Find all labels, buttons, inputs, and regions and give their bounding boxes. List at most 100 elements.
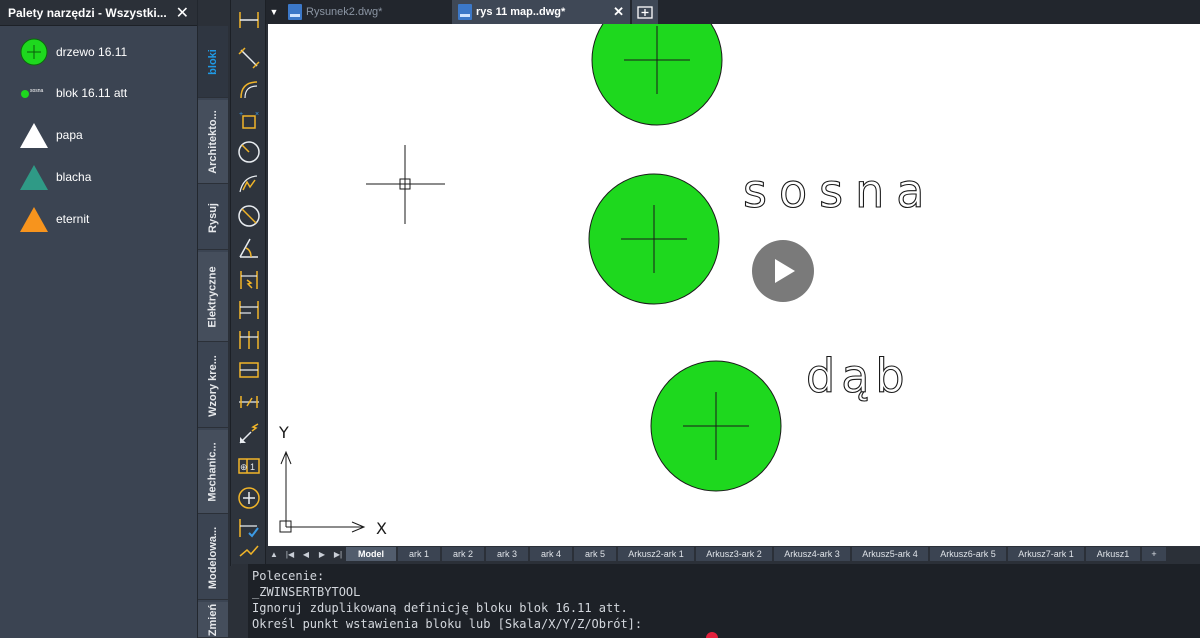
app-window: Palety narzędzi - Wszystki... ✕ drzewo 1… — [0, 0, 1200, 638]
tree-block-top[interactable] — [591, 24, 723, 126]
tab-mechanika[interactable]: Mechanic... — [198, 430, 228, 514]
svg-text:1: 1 — [250, 462, 255, 472]
layout-tab[interactable]: Arkusz6-ark 5 — [930, 547, 1006, 561]
layout-tab[interactable]: ark 5 — [574, 547, 616, 561]
layout-tab[interactable]: Arkusz1 — [1086, 547, 1140, 561]
tab-label: Mechanic... — [207, 441, 220, 502]
layout-tabs-bar: ▲ |◀ ◀ ▶ ▶| Model ark 1 ark 2 ark 3 ark … — [266, 546, 1200, 562]
layout-tab[interactable]: Arkusz7-ark 1 — [1008, 547, 1084, 561]
tab-rysuj[interactable]: Rysuj — [198, 186, 228, 250]
ucs-axis-icon: Y X — [278, 423, 387, 538]
command-line-text: Ignoruj zduplikowaną definicję bloku blo… — [252, 601, 628, 615]
command-prompt[interactable]: Określ punkt wstawienia bloku lub [Skala… — [252, 616, 642, 632]
last-layout-icon[interactable]: ▶| — [330, 547, 346, 561]
layout-tab[interactable]: ark 3 — [486, 547, 528, 561]
svg-text:⊕: ⊕ — [240, 462, 248, 472]
drawing-label-dab[interactable]: dąb — [805, 348, 911, 403]
continue-dimension-icon[interactable] — [235, 326, 263, 354]
quick-dimension-icon[interactable] — [235, 266, 263, 294]
ucs-y-label: Y — [278, 423, 289, 442]
new-drawing-button[interactable] — [632, 0, 658, 24]
white-triangle-icon — [18, 119, 50, 151]
leader-icon[interactable] — [235, 420, 263, 448]
tab-list-dropdown-icon[interactable]: ▼ — [266, 0, 282, 24]
tab-architektonika[interactable]: Architekto... — [198, 100, 228, 184]
layout-tab[interactable]: Arkusz2-ark 1 — [618, 547, 694, 561]
small-green-circle-icon: sosna — [18, 77, 50, 109]
dwg-file-icon — [458, 4, 472, 20]
layout-tab-model[interactable]: Model — [346, 547, 396, 561]
crosshair-cursor — [366, 145, 445, 224]
command-line-grip[interactable] — [232, 564, 248, 638]
palette-item-blacha[interactable]: blacha — [18, 161, 91, 193]
baseline-dimension-icon[interactable] — [235, 296, 263, 324]
layout-tab[interactable]: Arkusz3-ark 2 — [696, 547, 772, 561]
diameter-dimension-icon[interactable] — [235, 202, 263, 230]
dimension-space-icon[interactable] — [235, 356, 263, 384]
close-icon[interactable]: ✕ — [176, 3, 189, 23]
tab-modelowanie[interactable]: Modelowa... — [198, 516, 228, 600]
tab-label: Architekto... — [207, 109, 220, 174]
tab-label: Wzory kre... — [207, 354, 219, 417]
add-layout-button[interactable]: + — [1142, 547, 1166, 561]
layout-tab[interactable]: Arkusz4-ark 3 — [774, 547, 850, 561]
palette-item-drzewo[interactable]: drzewo 16.11 — [18, 36, 127, 68]
palette-item-label: drzewo 16.11 — [56, 45, 128, 59]
play-video-button[interactable] — [752, 240, 814, 302]
next-layout-icon[interactable]: ▶ — [314, 547, 330, 561]
tree-block-bottom[interactable] — [650, 360, 782, 492]
tab-bloki[interactable]: bloki — [198, 26, 228, 98]
inspection-dimension-icon[interactable] — [235, 514, 263, 542]
command-line-text: Polecenie: — [252, 569, 325, 583]
jogged-dimension-icon[interactable] — [235, 170, 263, 198]
tool-palette: Palety narzędzi - Wszystki... ✕ drzewo 1… — [0, 0, 198, 638]
dimension-update-icon[interactable] — [235, 542, 263, 562]
layout-tab[interactable]: ark 2 — [442, 547, 484, 561]
prev-layout-icon[interactable]: ◀ — [298, 547, 314, 561]
tree-block-middle[interactable] — [588, 173, 720, 305]
palette-header: Palety narzędzi - Wszystki... ✕ — [0, 0, 197, 26]
tab-wzory-kreskowania[interactable]: Wzory kre... — [198, 344, 228, 428]
palette-item-label: eternit — [56, 212, 90, 226]
tab-elektryczne[interactable]: Elektryczne — [198, 252, 228, 342]
tab-label: Rysuj — [207, 202, 219, 233]
tab-rysunek2[interactable]: Rysunek2.dwg* — [282, 0, 452, 24]
tab-label: Modelowa... — [207, 526, 219, 589]
palette-item-blok[interactable]: sosna blok 16.11 att — [18, 77, 127, 109]
ordinate-dimension-icon[interactable]: + × — [235, 106, 263, 134]
drawing-canvas[interactable]: sosna dąb Y X — [268, 24, 1200, 546]
command-history: Polecenie: _ZWINSERTBYTOOL Ignoruj zdupl… — [252, 568, 642, 632]
layout-tab[interactable]: ark 4 — [530, 547, 572, 561]
dimension-break-icon[interactable] — [235, 388, 263, 416]
drawing-label-sosna[interactable]: sosna — [742, 163, 936, 218]
scroll-up-icon[interactable]: ▲ — [266, 547, 282, 561]
tab-label: rys 11 map..dwg* — [476, 6, 566, 18]
tolerance-icon[interactable]: 1 ⊕ — [235, 452, 263, 480]
linear-dimension-icon[interactable] — [235, 6, 263, 34]
document-tabs: ▼ Rysunek2.dwg* rys 11 map..dwg* ✕ — [266, 0, 1200, 24]
center-mark-icon[interactable] — [235, 484, 263, 512]
radius-dimension-icon[interactable] — [235, 138, 263, 166]
aligned-dimension-icon[interactable] — [235, 44, 263, 72]
layout-tab[interactable]: ark 1 — [398, 547, 440, 561]
mouse-cursor-dot — [706, 632, 718, 638]
palette-item-eternit[interactable]: eternit — [18, 203, 89, 235]
close-icon[interactable]: ✕ — [573, 4, 624, 20]
dwg-file-icon — [288, 4, 302, 20]
palette-item-papa[interactable]: papa — [18, 119, 83, 151]
tab-label: Elektryczne — [207, 265, 219, 328]
teal-triangle-icon — [18, 161, 50, 193]
layout-tab[interactable]: Arkusz5-ark 4 — [852, 547, 928, 561]
command-line-text: _ZWINSERTBYTOOL — [252, 585, 361, 599]
svg-text:+: + — [239, 111, 243, 118]
palette-item-label: blok 16.11 att — [56, 86, 128, 100]
first-layout-icon[interactable]: |◀ — [282, 547, 298, 561]
tab-zmien[interactable]: Zmień — [198, 602, 228, 638]
palette-title: Palety narzędzi - Wszystki... — [8, 5, 167, 20]
tab-label: bloki — [206, 48, 219, 75]
angular-dimension-icon[interactable] — [235, 234, 263, 262]
tab-rys-11-map[interactable]: rys 11 map..dwg* ✕ — [452, 0, 630, 24]
arc-length-icon[interactable] — [235, 76, 263, 104]
new-drawing-icon — [637, 6, 653, 19]
command-line[interactable]: Polecenie: _ZWINSERTBYTOOL Ignoruj zdupl… — [232, 564, 1200, 638]
